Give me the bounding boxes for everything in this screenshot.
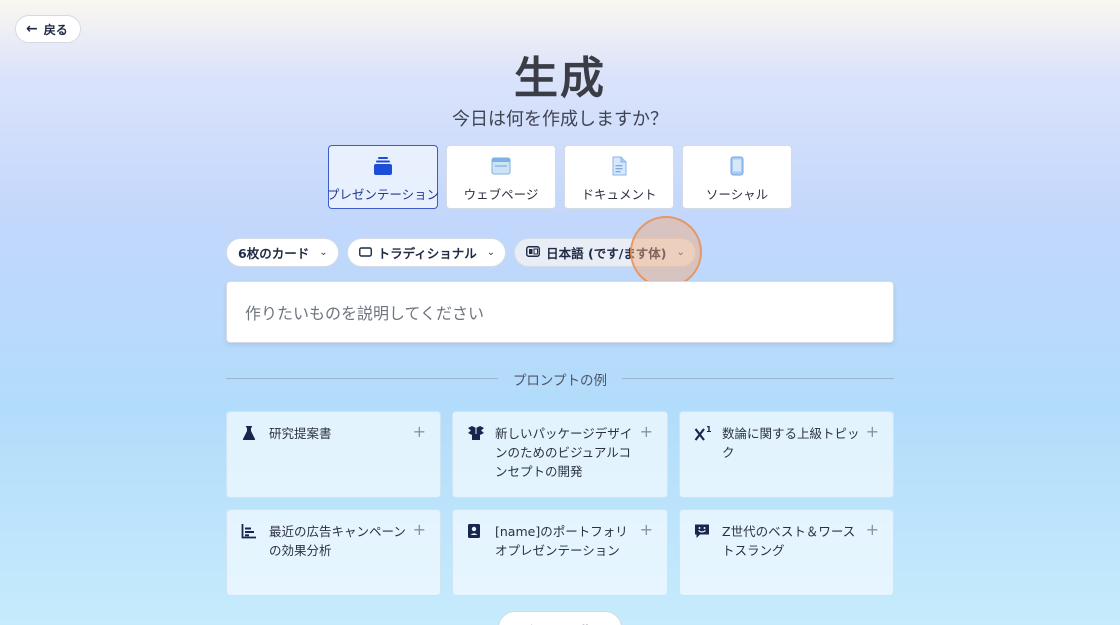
chevron-down-icon: ⌄ [486, 247, 496, 258]
plus-icon[interactable]: + [866, 520, 879, 539]
example-card[interactable]: 最近の広告キャンペーンの効果分析 + [226, 509, 441, 596]
plus-icon[interactable]: + [640, 520, 653, 539]
example-card[interactable]: 1 数論に関する上級トピック + [679, 411, 894, 498]
example-card[interactable]: 新しいパッケージデザインのためのビジュアルコンセプトの開発 + [452, 411, 668, 498]
type-label: プレゼンテーション [326, 187, 440, 202]
svg-text:1: 1 [706, 425, 712, 434]
plus-icon[interactable]: + [640, 422, 653, 441]
example-card[interactable]: [name]のポートフォリオプレゼンテーション + [452, 509, 668, 596]
type-webpage[interactable]: ウェブページ [446, 145, 556, 209]
example-text: 数論に関する上級トピック [722, 426, 860, 460]
language-value: 日本語 (です/ます体) [546, 246, 667, 261]
type-label: ドキュメント [581, 187, 657, 202]
type-label: ソーシャル [705, 187, 769, 202]
portfolio-icon [467, 523, 483, 539]
box-icon [467, 425, 484, 441]
type-label: ウェブページ [463, 187, 539, 202]
examples-grid: 研究提案書 + 新しいパッケージデザインのためのビジュアルコンセプトの開発 + … [226, 411, 894, 596]
divider-line [622, 378, 894, 379]
document-icon [611, 156, 627, 176]
type-social[interactable]: ソーシャル [682, 145, 792, 209]
generation-options: 6枚のカード ⌄ トラディショナル ⌄ 日本語 (です/ます体) ⌄ [226, 238, 696, 267]
back-button[interactable]: ← 戻る [15, 15, 81, 43]
page-subtitle: 今日は何を作成しますか？ [452, 109, 668, 130]
chat-emoji-icon [694, 523, 710, 539]
plus-icon[interactable]: + [413, 520, 426, 539]
type-presentation[interactable]: プレゼンテーション [326, 145, 440, 209]
browser-icon [491, 156, 511, 176]
example-text: 新しいパッケージデザインのためのビジュアルコンセプトの開発 [495, 426, 633, 479]
type-document[interactable]: ドキュメント [564, 145, 674, 209]
shuffle-button[interactable]: シャッフル [498, 611, 622, 625]
page-title: 生成 [514, 53, 606, 104]
plus-icon[interactable]: + [866, 422, 879, 441]
content-type-selector: プレゼンテーション ウェブページ ドキュメント ソーシャル [326, 145, 792, 209]
example-card[interactable]: 研究提案書 + [226, 411, 441, 498]
language-icon [526, 245, 541, 260]
stack-icon [373, 156, 393, 176]
chevron-down-icon: ⌄ [319, 247, 328, 258]
flask-icon [241, 425, 257, 441]
bar-chart-icon [241, 523, 257, 539]
card-count-value: 6枚のカード [238, 246, 310, 261]
example-card[interactable]: Z世代のベスト＆ワーストスラング + [679, 509, 894, 596]
arrow-left-icon: ← [26, 21, 38, 37]
card-count-dropdown[interactable]: 6枚のカード ⌄ [226, 238, 339, 267]
example-text: [name]のポートフォリオプレゼンテーション [495, 524, 628, 558]
chevron-down-icon: ⌄ [676, 247, 685, 258]
rectangle-icon [358, 245, 372, 260]
examples-heading: プロンプトの例 [512, 373, 608, 389]
back-label: 戻る [43, 22, 68, 37]
example-text: Z世代のベスト＆ワーストスラング [722, 524, 856, 558]
phone-icon [730, 156, 744, 176]
example-text: 最近の広告キャンペーンの効果分析 [269, 524, 406, 558]
format-value: トラディショナル [377, 246, 477, 261]
example-text: 研究提案書 [269, 426, 332, 441]
examples-divider: プロンプトの例 [226, 368, 894, 389]
language-dropdown[interactable]: 日本語 (です/ます体) ⌄ [514, 238, 696, 267]
plus-icon[interactable]: + [413, 422, 426, 441]
format-dropdown[interactable]: トラディショナル ⌄ [346, 238, 507, 267]
superscript-icon: 1 [694, 425, 712, 441]
prompt-placeholder: 作りたいものを説明してください [245, 304, 485, 323]
prompt-input[interactable]: 作りたいものを説明してください [226, 281, 894, 343]
